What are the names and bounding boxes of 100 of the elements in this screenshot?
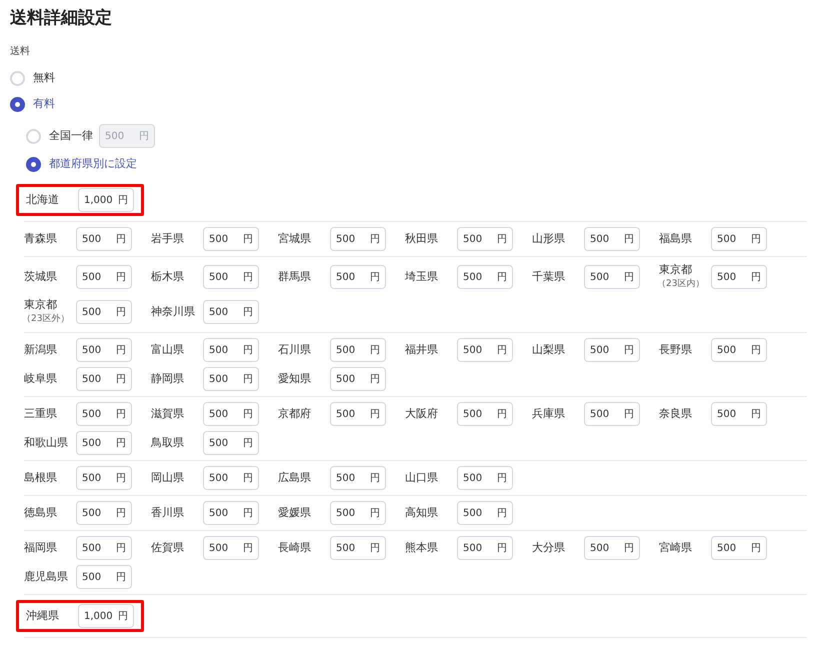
price-field[interactable]: 500 円: [330, 536, 386, 560]
prefecture-label: 岡山県: [151, 470, 185, 486]
price-field[interactable]: 500 円: [203, 265, 259, 289]
prefecture-label: 兵庫県: [532, 406, 566, 422]
prefecture-label: 千葉県: [532, 268, 566, 285]
price-field[interactable]: 500 円: [457, 466, 513, 490]
price-field[interactable]: 1,000 円: [78, 604, 134, 628]
price-field[interactable]: 500 円: [203, 466, 259, 490]
price-field[interactable]: 500 円: [203, 300, 259, 324]
prefecture-note: （23区内）: [657, 278, 704, 291]
prefecture-label: 京都府: [278, 406, 312, 422]
prefecture-label: 青森県: [24, 230, 58, 247]
price-field[interactable]: 500 円: [330, 367, 386, 391]
prefecture-label: 山口県: [405, 470, 439, 486]
prefecture-label: 佐賀県: [151, 540, 185, 556]
prefecture-label: 茨城県: [24, 268, 58, 285]
prefecture-label: 石川県: [278, 342, 312, 358]
price-field[interactable]: 500 円: [584, 402, 640, 426]
price-field[interactable]: 500 円: [584, 536, 640, 560]
prefecture-label: 長野県: [659, 342, 693, 358]
price-field[interactable]: 500 円: [457, 536, 513, 560]
price-field[interactable]: 500 円: [457, 501, 513, 525]
price-field[interactable]: 500 円: [76, 402, 132, 426]
prefecture-label: 埼玉県: [405, 268, 439, 285]
prefecture-label: 東京都: [659, 262, 693, 277]
price-field[interactable]: 500 円: [203, 227, 259, 251]
prefecture-label: 富山県: [151, 342, 185, 358]
radio-label: 無料: [33, 70, 55, 86]
price-field[interactable]: 500 円: [76, 367, 132, 391]
price-field[interactable]: 500 円: [711, 227, 767, 251]
prefecture-label: 福井県: [405, 342, 439, 358]
price-field[interactable]: 1,000 円: [78, 188, 134, 212]
prefecture-label: 大阪府: [405, 406, 439, 422]
prefecture-label: 神奈川県: [151, 304, 196, 320]
price-field[interactable]: 500 円: [76, 227, 132, 251]
radio-label: 都道府県別に設定: [49, 156, 137, 172]
prefecture-label: 東京都: [24, 297, 58, 312]
price-field[interactable]: 500 円: [330, 265, 386, 289]
radio-button[interactable]: [10, 70, 25, 86]
price-field[interactable]: 500 円: [76, 431, 132, 455]
price-field[interactable]: 500 円: [711, 536, 767, 560]
prefecture-label: 大分県: [532, 540, 566, 556]
price-field[interactable]: 500 円: [76, 536, 132, 560]
page-title: 送料詳細設定: [10, 7, 113, 30]
prefecture-label: 静岡県: [151, 370, 185, 387]
prefecture-label: 香川県: [151, 504, 185, 521]
price-field[interactable]: 500 円: [330, 227, 386, 251]
prefecture-label: 奈良県: [659, 406, 693, 422]
prefecture-label: 岐阜県: [24, 370, 58, 387]
prefecture-label: 和歌山県: [24, 434, 69, 451]
prefecture-label: 長崎県: [278, 540, 312, 556]
price-field[interactable]: 500 円: [711, 338, 767, 362]
price-field[interactable]: 500 円: [457, 338, 513, 362]
radio-label: 全国一律: [49, 128, 93, 144]
price-field[interactable]: 500 円: [330, 466, 386, 490]
price-field[interactable]: 500 円: [203, 431, 259, 455]
prefecture-label: 福岡県: [24, 540, 58, 556]
price-field[interactable]: 500 円: [457, 402, 513, 426]
prefecture-label: 群馬県: [278, 268, 312, 285]
price-field[interactable]: 500 円: [76, 501, 132, 525]
price-field[interactable]: 500 円: [457, 227, 513, 251]
prefecture-label: 島根県: [24, 470, 58, 486]
prefecture-label: 宮城県: [278, 230, 312, 247]
radio-button[interactable]: [26, 156, 41, 172]
price-field[interactable]: 500 円: [76, 265, 132, 289]
prefecture-label: 北海道: [26, 192, 60, 208]
radio-button[interactable]: [10, 96, 25, 112]
price-field[interactable]: 500 円: [711, 265, 767, 289]
price-field[interactable]: 500 円: [330, 402, 386, 426]
price-field[interactable]: 500 円: [203, 367, 259, 391]
prefecture-label: 宮崎県: [659, 540, 693, 556]
section-label: 送料: [10, 44, 31, 59]
price-field[interactable]: 500 円: [330, 501, 386, 525]
price-field[interactable]: 500 円: [76, 338, 132, 362]
price-field[interactable]: 500 円: [584, 265, 640, 289]
price-field[interactable]: 500 円: [203, 402, 259, 426]
price-field[interactable]: 500 円: [711, 402, 767, 426]
price-field[interactable]: 500 円: [203, 501, 259, 525]
price-field[interactable]: 500 円: [203, 536, 259, 560]
prefecture-label: 高知県: [405, 504, 439, 521]
prefecture-label: 新潟県: [24, 342, 58, 358]
price-field[interactable]: 500 円: [76, 466, 132, 490]
prefecture-label: 徳島県: [24, 504, 58, 521]
price-field[interactable]: 500 円: [203, 338, 259, 362]
price-field[interactable]: 500 円: [76, 300, 132, 324]
prefecture-note: （23区外）: [22, 312, 70, 326]
price-field[interactable]: 500 円: [457, 265, 513, 289]
prefecture-label: 鹿児島県: [24, 568, 69, 585]
radio-label: 有料: [33, 96, 55, 112]
prefecture-label: 岩手県: [151, 230, 185, 247]
prefecture-label: 栃木県: [151, 268, 185, 285]
price-field[interactable]: 500 円: [330, 338, 386, 362]
price-field[interactable]: 500 円: [76, 565, 132, 589]
price-field[interactable]: 500 円: [584, 227, 640, 251]
prefecture-label: 三重県: [24, 406, 58, 422]
prefecture-label: 福島県: [659, 230, 693, 247]
prefecture-label: 秋田県: [405, 230, 439, 247]
radio-button[interactable]: [26, 128, 41, 144]
price-field[interactable]: 500 円: [584, 338, 640, 362]
prefecture-label: 鳥取県: [151, 434, 185, 451]
